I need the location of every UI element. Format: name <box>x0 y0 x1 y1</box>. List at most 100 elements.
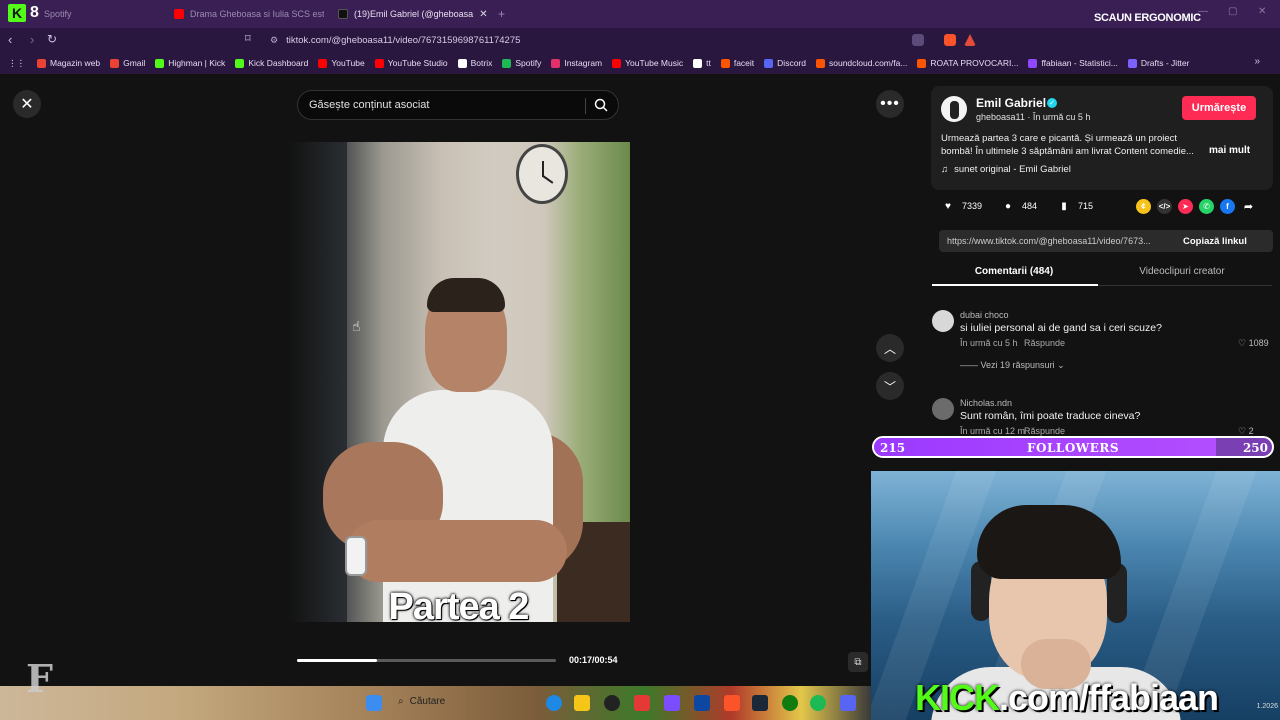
bookmark-item[interactable]: Gmail <box>110 58 145 68</box>
bookmark-favicon-icon <box>1127 58 1137 68</box>
divider: —— <box>960 360 981 370</box>
avatar[interactable] <box>932 310 954 332</box>
sound-link[interactable]: ♫ sunet original - Emil Gabriel <box>941 164 1071 175</box>
site-info-icon[interactable]: ⚙ <box>270 35 278 46</box>
maximize-icon[interactable]: ▢ <box>1228 6 1237 17</box>
close-tab-icon[interactable]: ✕ <box>479 9 487 20</box>
bookmark-item[interactable]: Highman | Kick <box>155 58 225 68</box>
bookmark-label: Highman | Kick <box>168 58 226 68</box>
video-player[interactable]: Partea 2 <box>287 142 630 622</box>
bookmark-item[interactable]: tt <box>693 58 711 68</box>
bookmark-item[interactable]: ROATA PROVOCARI... <box>917 58 1018 68</box>
previous-video-button[interactable]: ︿ <box>876 334 904 362</box>
bookmark-label: faceit <box>733 58 755 68</box>
tab-spotify[interactable]: Spotify <box>44 4 164 24</box>
send-icon[interactable]: ➤ <box>1178 199 1193 214</box>
reload-icon[interactable]: ↻ <box>47 32 57 46</box>
coin-icon[interactable]: ¢ <box>1136 199 1151 214</box>
search-icon[interactable] <box>594 98 608 112</box>
heart-icon: ♡ <box>1238 338 1249 348</box>
comment-like-count: 1089 <box>1248 338 1269 348</box>
close-icon: ✕ <box>20 96 34 113</box>
apps-icon[interactable]: ⋮⋮ <box>8 58 25 69</box>
comment-icon: ● <box>1004 200 1012 212</box>
share-link-text[interactable]: https://www.tiktok.com/@gheboasa11/video… <box>947 236 1179 246</box>
picture-in-picture-button[interactable]: ⧉ <box>848 652 868 672</box>
tab-drama-video[interactable]: Drama Gheboasa si Iulia SCS este GH <box>174 4 324 24</box>
bookmark-item[interactable]: Botrix <box>457 58 492 68</box>
taskbar-app-icon[interactable] <box>694 695 710 711</box>
more-options-button[interactable]: ••• <box>876 90 904 118</box>
search-placeholder: Găsește conținut asociat <box>309 99 430 111</box>
overlay-goal-title: SCAUN ERGONOMIC <box>1094 12 1201 24</box>
comment-username[interactable]: Nicholas.ndn <box>960 398 1012 408</box>
translate-icon[interactable] <box>912 34 924 46</box>
avatar[interactable] <box>932 398 954 420</box>
reply-button[interactable]: Răspunde <box>1024 426 1065 436</box>
reply-button[interactable]: Răspunde <box>1024 338 1065 348</box>
xbox-icon[interactable] <box>782 695 798 711</box>
taskbar-search[interactable]: ⌕ Căutare <box>398 696 445 707</box>
close-window-icon[interactable]: ✕ <box>1258 6 1266 17</box>
copy-link-button[interactable]: Copiază linkul <box>1183 236 1247 247</box>
bookmark-label: Gmail <box>123 58 146 68</box>
calendar-icon[interactable] <box>634 695 650 711</box>
close-button[interactable]: ✕ <box>13 90 41 118</box>
bookmark-item[interactable]: Drafts - Jitter <box>1127 58 1189 68</box>
facebook-icon[interactable]: f <box>1220 199 1235 214</box>
view-replies-label: Vezi 19 răspunsuri <box>980 360 1055 370</box>
bookmark-item[interactable]: Spotify <box>502 58 541 68</box>
discord-icon[interactable] <box>840 695 856 711</box>
bookmark-item[interactable]: Discord <box>764 58 806 68</box>
next-video-button[interactable]: ﹀ <box>876 372 904 400</box>
tab-tiktok-active[interactable]: (19)Emil Gabriel (@gheboasa ✕ <box>338 4 488 24</box>
bookmark-item[interactable]: YouTube Studio <box>374 58 448 68</box>
new-tab-button[interactable]: + <box>498 4 518 24</box>
tab-creator-videos[interactable]: Videoclipuri creator <box>1100 266 1264 277</box>
bookmark-item[interactable]: Instagram <box>551 58 602 68</box>
url-field[interactable]: ⚙ tiktok.com/@gheboasa11/video/767315969… <box>270 32 990 48</box>
taskbar-app-icon[interactable] <box>604 695 620 711</box>
show-more-link[interactable]: mai mult <box>1209 145 1250 156</box>
embed-icon[interactable]: </> <box>1157 199 1172 214</box>
bookmark-item[interactable]: YouTube Music <box>612 58 683 68</box>
windows-start-icon[interactable] <box>366 695 382 711</box>
back-icon[interactable]: ‹ <box>8 32 12 47</box>
minimize-icon[interactable]: — <box>1198 6 1208 17</box>
bookmark-item[interactable]: soundcloud.com/fa... <box>815 58 907 68</box>
save-button[interactable]: ▮ 715 <box>1056 198 1093 214</box>
comment-like-button[interactable]: ♡ 1089 <box>1238 338 1269 349</box>
kick-logo: K 8 <box>8 4 39 22</box>
follow-button[interactable]: Urmărește <box>1182 96 1256 120</box>
brave-shield-icon[interactable] <box>944 34 956 46</box>
avatar[interactable] <box>941 96 967 122</box>
bookmark-favicon-icon <box>155 58 165 68</box>
bookmark-label: ROATA PROVOCARI... <box>930 58 1019 68</box>
comment-button[interactable]: ● 484 <box>1000 198 1037 214</box>
related-search-input[interactable]: Găsește conținut asociat <box>297 90 619 120</box>
folder-icon[interactable] <box>574 695 590 711</box>
bookmark-icon[interactable]: ⌑ <box>245 32 251 45</box>
view-replies-button[interactable]: —— Vezi 19 răspunsuri ⌄ <box>960 360 1065 371</box>
video-timecode: 00:17/00:54 <box>569 655 618 665</box>
spotify-icon[interactable] <box>810 695 826 711</box>
bookmarks-overflow-icon[interactable]: » <box>1254 56 1260 67</box>
bookmark-item[interactable]: YouTube <box>318 58 365 68</box>
taskbar-app-icon[interactable] <box>664 695 680 711</box>
share-icon[interactable]: ➦ <box>1241 199 1256 214</box>
video-progress-bar[interactable] <box>297 659 556 662</box>
bookmark-item[interactable]: Kick Dashboard <box>235 58 308 68</box>
taskbar-app-icon[interactable] <box>546 695 562 711</box>
bookmark-item[interactable]: faceit <box>720 58 755 68</box>
forward-icon[interactable]: › <box>30 32 34 47</box>
brave-icon[interactable] <box>724 695 740 711</box>
steam-icon[interactable] <box>752 695 768 711</box>
comment-username[interactable]: dubai choco <box>960 310 1009 320</box>
bookmark-item[interactable]: Magazin web <box>37 58 100 68</box>
tab-comments[interactable]: Comentarii (484) <box>932 266 1096 277</box>
like-button[interactable]: ♥ 7339 <box>940 198 982 214</box>
bookmark-label: YouTube Studio <box>387 58 448 68</box>
bookmark-item[interactable]: ffabiaan - Statistici... <box>1028 58 1118 68</box>
author-name[interactable]: Emil Gabriel <box>976 96 1046 110</box>
whatsapp-icon[interactable]: ✆ <box>1199 199 1214 214</box>
